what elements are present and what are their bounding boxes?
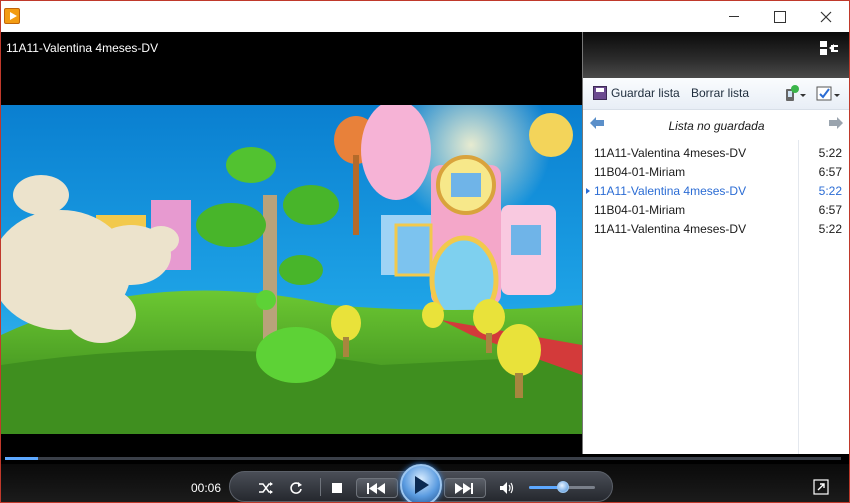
save-list-button[interactable]: Guardar lista	[593, 86, 680, 100]
list-item-title: 11A11-Valentina 4meses-DV	[594, 222, 747, 236]
switch-layout-icon[interactable]	[820, 41, 838, 57]
volume-thumb[interactable]	[557, 481, 569, 493]
play-icon	[415, 476, 429, 494]
stop-icon	[332, 482, 342, 493]
seek-bar[interactable]	[1, 454, 849, 464]
stop-button[interactable]	[327, 472, 347, 502]
list-item-title: 11A11-Valentina 4meses-DV	[594, 146, 747, 160]
shuffle-button[interactable]	[256, 472, 276, 502]
elapsed-time: 00:06	[191, 481, 222, 495]
video-frame[interactable]	[1, 105, 582, 434]
list-item[interactable]: 11B04-01-Miriam 6:57	[583, 164, 849, 183]
list-item[interactable]: 11A11-Valentina 4meses-DV 5:22	[583, 145, 849, 164]
save-icon	[593, 86, 607, 100]
video-title: 11A11-Valentina 4meses-DV	[6, 41, 159, 55]
playlist-pane: Guardar lista Borrar lista Lista no guar…	[582, 32, 849, 454]
clear-list-label: Borrar lista	[691, 86, 750, 100]
list-item-now-playing[interactable]: 11A11-Valentina 4meses-DV 5:22	[583, 183, 849, 202]
previous-icon	[367, 483, 385, 494]
list-item-title: 11B04-01-Miriam	[594, 203, 686, 217]
device-sync-icon[interactable]	[784, 85, 810, 103]
list-item-duration: 5:22	[818, 222, 842, 236]
video-area[interactable]: 11A11-Valentina 4meses-DV	[1, 32, 582, 454]
list-item-duration: 5:22	[818, 184, 842, 198]
clear-list-button[interactable]: Borrar lista	[691, 86, 749, 100]
title-bar	[1, 1, 849, 32]
list-item-duration: 6:57	[818, 203, 842, 217]
list-options-icon[interactable]	[816, 85, 842, 103]
speaker-icon	[500, 481, 514, 494]
seek-track[interactable]	[5, 457, 841, 460]
close-icon	[820, 11, 832, 22]
media-player-app-icon[interactable]	[4, 8, 20, 24]
save-list-label: Guardar lista	[611, 86, 680, 100]
next-button[interactable]	[444, 478, 486, 498]
playlist-name: Lista no guardada	[668, 119, 765, 133]
list-item-duration: 5:22	[818, 146, 842, 160]
video-frame-image	[1, 105, 582, 434]
list-item-duration: 6:57	[818, 165, 842, 179]
next-icon	[455, 483, 473, 494]
playlist-nav: Lista no guardada	[583, 110, 849, 140]
list-item[interactable]: 11B04-01-Miriam 6:57	[583, 202, 849, 221]
playlist-header	[583, 32, 849, 78]
playlist-items: 11A11-Valentina 4meses-DV 5:22 11B04-01-…	[583, 145, 849, 240]
list-item[interactable]: 11A11-Valentina 4meses-DV 5:22	[583, 221, 849, 240]
list-item-title: 11A11-Valentina 4meses-DV	[594, 184, 747, 198]
media-player-window: 11A11-Valentina 4meses-DV Guardar lista …	[0, 0, 850, 503]
close-button[interactable]	[803, 1, 849, 32]
fullscreen-icon[interactable]	[813, 479, 829, 495]
list-item-title: 11B04-01-Miriam	[594, 165, 686, 179]
forward-arrow-icon[interactable]	[828, 116, 844, 130]
control-separator	[320, 478, 321, 496]
repeat-button[interactable]	[286, 472, 306, 502]
play-pause-button[interactable]	[400, 464, 442, 502]
shuffle-icon	[259, 481, 273, 494]
repeat-icon	[290, 481, 302, 494]
previous-button[interactable]	[356, 478, 398, 498]
minimize-button[interactable]	[711, 1, 757, 32]
seek-progress	[5, 457, 39, 460]
playlist-toolbar: Guardar lista Borrar lista	[583, 78, 849, 110]
mute-button[interactable]	[496, 472, 518, 502]
maximize-button[interactable]	[757, 1, 803, 32]
